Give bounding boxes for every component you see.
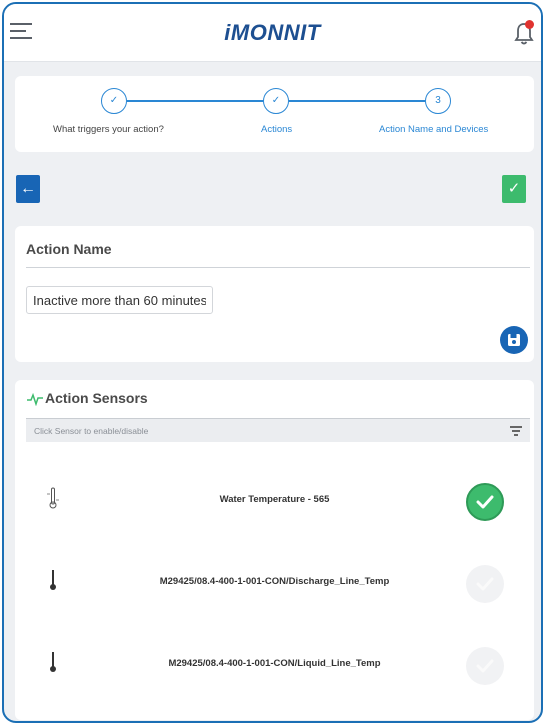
thermometer-icon — [50, 570, 56, 590]
progress-stepper: ✓ What triggers your action? ✓ Actions 3… — [15, 76, 534, 152]
sensor-name: M29425/08.4-400-1-001-CON/Liquid_Line_Te… — [168, 658, 381, 669]
bell-icon[interactable] — [513, 20, 535, 46]
step-2-label: Actions — [261, 124, 293, 135]
sensor-hint-bar: Click Sensor to enable/disable — [26, 418, 530, 442]
step-1-marker[interactable]: ✓ — [101, 88, 127, 114]
finish-button[interactable]: ✓ — [502, 175, 526, 203]
step-3-marker[interactable]: 3 — [425, 88, 451, 114]
top-bar: iMONNIT — [4, 4, 541, 62]
check-icon — [476, 495, 494, 509]
logo-prefix: i — [224, 20, 231, 45]
step-1-label: What triggers your action? — [53, 124, 164, 135]
thermometer-icon — [50, 652, 56, 672]
save-icon — [508, 334, 520, 346]
sensor-row[interactable]: M29425/08.4-400-1-001-CON/Liquid_Line_Te… — [15, 628, 534, 688]
sensor-enable-toggle[interactable] — [466, 483, 504, 521]
action-name-input[interactable] — [26, 286, 213, 314]
app-frame: iMONNIT ✓ What triggers your action? ✓ A… — [2, 2, 543, 723]
sensor-name: M29425/08.4-400-1-001-CON/Discharge_Line… — [159, 576, 390, 587]
check-icon — [476, 577, 494, 591]
action-sensors-heading: Action Sensors — [45, 390, 148, 406]
sensor-row[interactable]: M29425/08.4-400-1-001-CON/Discharge_Line… — [15, 546, 534, 606]
logo-text: MONNIT — [230, 20, 321, 45]
step-2-marker[interactable]: ✓ — [263, 88, 289, 114]
sensor-enable-toggle[interactable] — [466, 647, 504, 685]
divider — [26, 267, 530, 268]
activity-icon — [27, 392, 43, 406]
thermometer-icon — [47, 487, 59, 509]
sensor-name: Water Temperature - 565 — [219, 494, 330, 505]
step-connector — [289, 100, 425, 102]
check-icon — [476, 659, 494, 673]
sensor-enable-toggle[interactable] — [466, 565, 504, 603]
action-name-card: Action Name — [15, 226, 534, 362]
step-connector — [127, 100, 263, 102]
back-button[interactable]: ← — [16, 175, 40, 203]
sensor-hint-text: Click Sensor to enable/disable — [34, 426, 149, 436]
save-button[interactable] — [500, 326, 528, 354]
action-name-heading: Action Name — [26, 241, 112, 257]
action-sensors-card: Action Sensors Click Sensor to enable/di… — [15, 380, 534, 720]
brand-logo: iMONNIT — [4, 20, 541, 46]
sensor-row[interactable]: Water Temperature - 565 — [15, 464, 534, 524]
notification-badge — [525, 20, 534, 29]
filter-icon[interactable] — [510, 426, 522, 436]
step-3-label: Action Name and Devices — [379, 124, 489, 135]
